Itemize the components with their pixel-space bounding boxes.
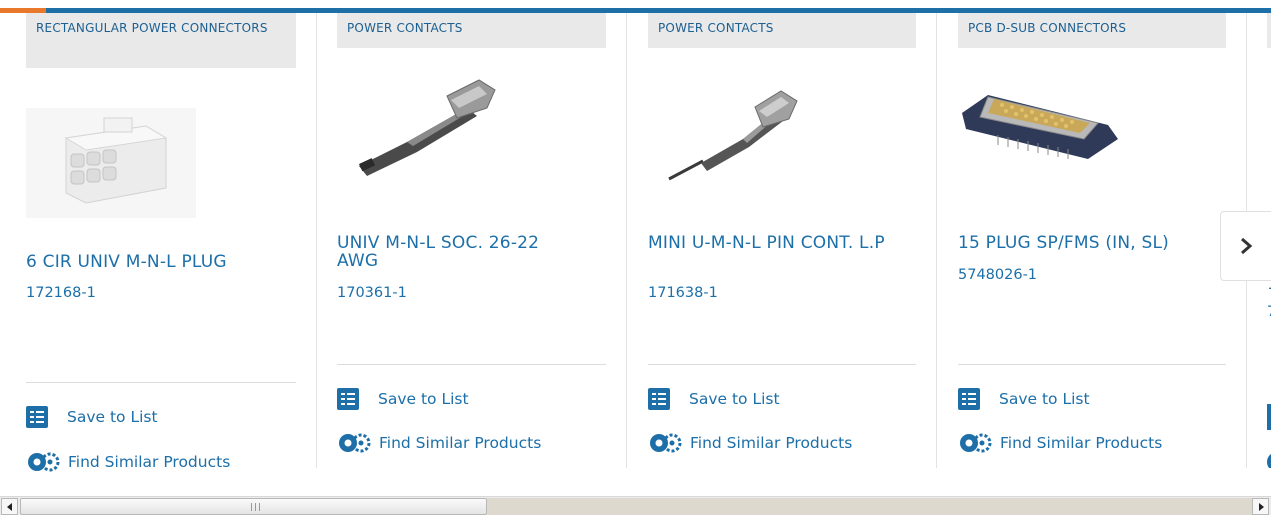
scroll-right-button[interactable]: [1252, 498, 1269, 515]
category-label[interactable]: PCB D-SUB CONNECTORS: [958, 13, 1226, 48]
find-similar-products-button[interactable]: Find Similar Products: [648, 432, 852, 454]
gears-icon: [337, 432, 373, 454]
find-similar-label: Find Similar Products: [690, 434, 853, 452]
part-number-link[interactable]: 170361-1: [337, 284, 407, 302]
gears-icon: [648, 432, 684, 454]
save-to-list-label: Save to List: [378, 390, 469, 408]
save-to-list-label: Save to List: [67, 408, 158, 426]
gears-icon: [958, 432, 994, 454]
grip-icon: [251, 503, 260, 511]
category-label[interactable]: POWER CONTACTS: [648, 13, 916, 48]
pin-contact-icon[interactable]: [663, 73, 813, 193]
card-divider: [626, 13, 627, 468]
checklist-icon[interactable]: [1267, 404, 1271, 430]
save-to-list-button[interactable]: Save to List: [958, 388, 1090, 410]
save-to-list-label: Save to List: [999, 390, 1090, 408]
checklist-icon: [648, 388, 670, 410]
product-title-link[interactable]: 15 PLUG SP/FMS (IN, SL): [958, 234, 1223, 252]
category-label[interactable]: RECTANGULAR POWER CONNECTORS: [26, 13, 296, 68]
scrollbar-track[interactable]: [487, 498, 1252, 515]
card-separator: [648, 364, 916, 365]
find-similar-products-button[interactable]: Find Similar Products: [26, 451, 230, 473]
category-label: [1267, 13, 1271, 48]
product-title-link[interactable]: 6 CIR UNIV M-N-L PLUG: [26, 253, 291, 271]
product-carousel: RECTANGULAR POWER CONNECTORS 6 CIR UNIV …: [0, 13, 1271, 473]
horizontal-scrollbar[interactable]: [0, 496, 1271, 515]
chevron-right-icon: [1241, 237, 1253, 255]
find-similar-products-button[interactable]: Find Similar Products: [958, 432, 1162, 454]
gears-icon[interactable]: [1267, 452, 1271, 468]
find-similar-label: Find Similar Products: [68, 453, 231, 471]
card-divider: [316, 13, 317, 468]
save-to-list-button[interactable]: Save to List: [648, 388, 780, 410]
save-to-list-button[interactable]: Save to List: [26, 406, 158, 428]
checklist-icon: [26, 406, 48, 428]
arrow-left-icon: [6, 502, 12, 511]
find-similar-products-button[interactable]: Find Similar Products: [337, 432, 541, 454]
part-number-link[interactable]: 5748026-1: [958, 266, 1037, 284]
product-card: RECTANGULAR POWER CONNECTORS 6 CIR UNIV …: [26, 13, 296, 472]
part-number-link[interactable]: 171638-1: [648, 284, 718, 302]
card-divider: [936, 13, 937, 468]
arrow-right-icon: [1258, 502, 1264, 511]
rectangular-connector-housing-icon[interactable]: [26, 108, 196, 218]
carousel-next-button[interactable]: [1220, 211, 1271, 281]
product-title-link[interactable]: MINI U-M-N-L PIN CONT. L.P: [648, 234, 898, 252]
find-similar-label: Find Similar Products: [379, 434, 542, 452]
save-to-list-label: Save to List: [689, 390, 780, 408]
socket-contact-icon[interactable]: [347, 68, 507, 188]
scroll-left-button[interactable]: [1, 498, 18, 515]
card-separator: [958, 364, 1226, 365]
checklist-icon: [958, 388, 980, 410]
card-separator: [337, 364, 606, 365]
part-number-link[interactable]: 7: [1267, 303, 1271, 321]
checklist-icon: [337, 388, 359, 410]
d-sub-connector-icon[interactable]: [958, 73, 1128, 173]
product-card: PCB D-SUB CONNECTORS 15 PLUG SP/FMS (IN,…: [958, 13, 1226, 468]
gears-icon: [26, 451, 62, 473]
scrollbar-thumb[interactable]: [20, 498, 487, 515]
part-number-link[interactable]: 172168-1: [26, 284, 96, 302]
save-to-list-button[interactable]: Save to List: [337, 388, 469, 410]
card-separator: [26, 382, 296, 383]
product-card: POWER CONTACTS UNIV M-N-L SOC. 26-22 AWG…: [337, 13, 607, 468]
product-card: POWER CONTACTS MINI U-M-N-L PIN CONT. L.…: [648, 13, 918, 468]
category-label[interactable]: POWER CONTACTS: [337, 13, 606, 48]
product-title-link[interactable]: UNIV M-N-L SOC. 26-22 AWG: [337, 234, 567, 270]
find-similar-label: Find Similar Products: [1000, 434, 1163, 452]
